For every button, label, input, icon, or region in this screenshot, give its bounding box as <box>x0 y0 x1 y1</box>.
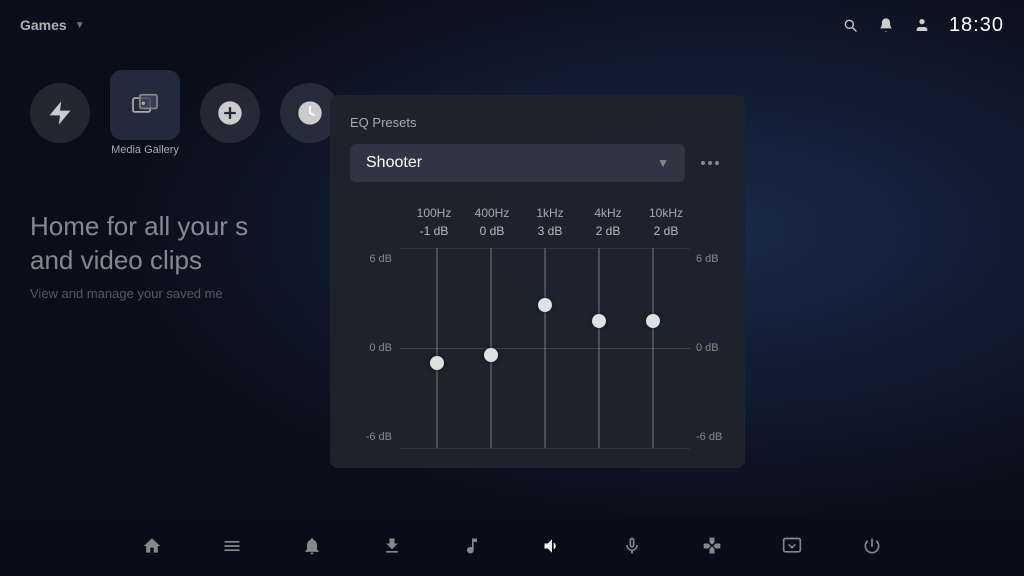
grid-line-bot <box>400 448 690 449</box>
db-values-row: -1 dB 0 dB 3 dB 2 dB 2 dB <box>350 224 725 238</box>
games-label: Games <box>20 17 67 33</box>
axis-right-top: 6 dB <box>696 253 725 265</box>
clock: 18:30 <box>949 14 1004 37</box>
db-value-4: 2 dB <box>641 224 691 238</box>
search-icon[interactable] <box>839 14 861 36</box>
preset-chevron-icon: ▼ <box>657 156 669 170</box>
slider-line-2 <box>544 248 546 448</box>
nav-music[interactable] <box>457 531 487 561</box>
dot-3 <box>715 161 719 165</box>
games-chevron: ▼ <box>75 20 85 31</box>
nav-bell[interactable] <box>297 531 327 561</box>
slider-line-0 <box>436 248 438 448</box>
db-value-0: -1 dB <box>409 224 459 238</box>
media-gallery-item[interactable]: Media Gallery <box>110 70 180 156</box>
slider-line-4 <box>652 248 654 448</box>
nav-avatar[interactable] <box>777 531 807 561</box>
nav-home[interactable] <box>137 531 167 561</box>
preset-selector-row: Shooter ▼ <box>350 144 725 182</box>
slider-thumb-4 <box>646 314 660 328</box>
sliders-inner <box>400 248 690 448</box>
home-subtitle: View and manage your saved me <box>30 286 248 301</box>
home-title-line1: Home for all your s and video clips <box>30 210 248 278</box>
main-content: Media Gallery Home for all your s and vi… <box>0 50 1024 516</box>
freq-label-1: 400Hz <box>467 206 517 220</box>
nav-menu[interactable] <box>217 531 247 561</box>
slider-thumb-3 <box>592 314 606 328</box>
db-value-1: 0 dB <box>467 224 517 238</box>
db-value-2: 3 dB <box>525 224 575 238</box>
slider-thumb-2 <box>538 298 552 312</box>
slider-100hz[interactable] <box>417 248 457 448</box>
bottom-nav <box>0 516 1024 576</box>
nav-download[interactable] <box>377 531 407 561</box>
dot-1 <box>701 161 705 165</box>
topbar-left: Games ▼ <box>20 17 85 33</box>
home-text-block: Home for all your s and video clips View… <box>30 210 248 301</box>
media-gallery-icon <box>110 70 180 140</box>
nav-speaker[interactable] <box>537 531 567 561</box>
slider-thumb-1 <box>484 348 498 362</box>
freq-label-3: 4kHz <box>583 206 633 220</box>
axis-right-bot: -6 dB <box>696 431 725 443</box>
dot-2 <box>708 161 712 165</box>
axis-right-mid: 0 dB <box>696 342 725 354</box>
eq-dialog: EQ Presets Shooter ▼ 100Hz 400Hz 1kHz 4k… <box>330 95 745 468</box>
db-value-3: 2 dB <box>583 224 633 238</box>
topbar-right: 18:30 <box>839 14 1004 37</box>
axis-left-bot: -6 dB <box>350 431 392 443</box>
topbar: Games ▼ 18:30 <box>0 0 1024 50</box>
slider-line-1 <box>490 248 492 448</box>
preset-more-button[interactable] <box>695 155 725 171</box>
media-gallery-label: Media Gallery <box>111 144 179 156</box>
nav-mic[interactable] <box>617 531 647 561</box>
notifications-icon[interactable] <box>875 14 897 36</box>
db-axis-right: 6 dB 0 dB -6 dB <box>690 248 725 448</box>
axis-left-mid: 0 dB <box>350 342 392 354</box>
nav-gamepad[interactable] <box>697 531 727 561</box>
preset-select-value: Shooter <box>366 154 422 172</box>
slider-thumb-0 <box>430 356 444 370</box>
freq-label-0: 100Hz <box>409 206 459 220</box>
slider-10khz[interactable] <box>633 248 673 448</box>
nav-power[interactable] <box>857 531 887 561</box>
app-icon-bolt[interactable] <box>30 83 90 143</box>
freq-label-2: 1kHz <box>525 206 575 220</box>
eq-dialog-title: EQ Presets <box>350 115 725 130</box>
db-axis-left: 6 dB 0 dB -6 dB <box>350 248 400 448</box>
profile-icon[interactable] <box>911 14 933 36</box>
slider-line-3 <box>598 248 600 448</box>
slider-400hz[interactable] <box>471 248 511 448</box>
eq-area: 100Hz 400Hz 1kHz 4kHz 10kHz -1 dB 0 dB 3… <box>350 206 725 448</box>
topbar-icons <box>839 14 933 36</box>
axis-left-top: 6 dB <box>350 253 392 265</box>
app-icon-plus[interactable] <box>200 83 260 143</box>
slider-4khz[interactable] <box>579 248 619 448</box>
preset-select-button[interactable]: Shooter ▼ <box>350 144 685 182</box>
sliders-container: 6 dB 0 dB -6 dB <box>350 248 725 448</box>
freq-label-4: 10kHz <box>641 206 691 220</box>
slider-1khz[interactable] <box>525 248 565 448</box>
freq-labels-row: 100Hz 400Hz 1kHz 4kHz 10kHz <box>350 206 725 220</box>
